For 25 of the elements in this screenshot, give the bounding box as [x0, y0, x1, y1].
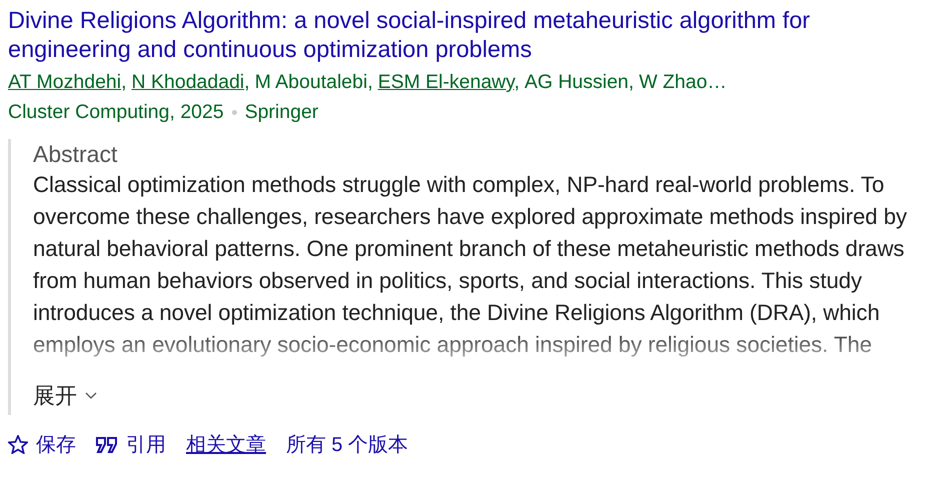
comma: , [514, 71, 520, 93]
author-name: W Zhao… [638, 71, 727, 93]
versions-link[interactable]: 所有 5 个版本 [286, 431, 408, 458]
comma: , [628, 71, 634, 93]
abstract-heading: Abstract [33, 140, 118, 169]
author-name: AG Hussien [524, 71, 629, 93]
abstract-text: Classical optimization methods struggle with complex, NP-hard real-world problems. To overcome these challenges, researchers have explored approximate methods inspired by natural behavioral patterns. One prominent branch of these metaheuristic methods draws from human behaviors observed in politics, sports, and social interactions. This study introduces a novel optimization technique, the Divine Religions Algorithm (DRA), which employs an evolutionary socio-economic approach inspired by religious societies. The [33, 171, 908, 359]
journal-year: Cluster Computing, 2025 [8, 100, 224, 125]
comma: , [244, 71, 250, 93]
save-link[interactable]: 保存 [8, 431, 76, 458]
quote-icon [96, 436, 118, 452]
star-icon [8, 435, 28, 454]
author-link[interactable]: AT Mozhdehi [8, 71, 122, 93]
chevron-down-icon [85, 392, 97, 400]
article-title-link[interactable]: Divine Religions Algorithm: a novel social-inspired metaheuristic algorithm for engineering and continuous optimization problems [8, 6, 929, 64]
comma: , [367, 71, 373, 93]
separator-dot [232, 110, 237, 114]
related-link[interactable]: 相关文章 [186, 431, 266, 458]
expand-button[interactable]: 展开 [33, 381, 97, 411]
cite-link[interactable]: 引用 [96, 431, 166, 458]
comma: , [121, 71, 127, 93]
author-name: M Aboutalebi [254, 71, 368, 93]
author-link[interactable]: N Khodadadi [132, 71, 244, 93]
publisher: Springer [244, 100, 318, 125]
author-link[interactable]: ESM El-kenawy [378, 71, 514, 93]
